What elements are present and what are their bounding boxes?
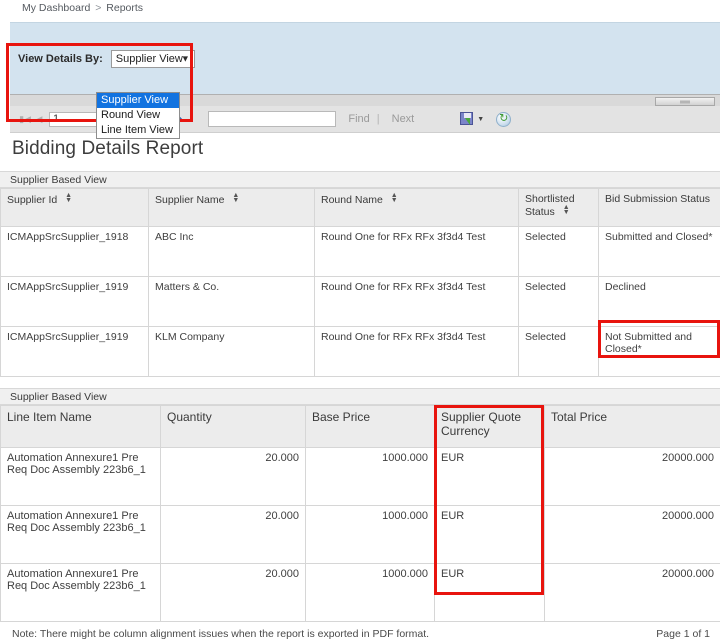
cell-total-price: 20000.000 <box>545 448 720 506</box>
column-label: Bid Submission Status <box>605 193 710 205</box>
cell-supplier-quote-currency: EUR <box>435 564 545 622</box>
table-header-row: Line Item Name Quantity Base Price Suppl… <box>1 406 720 448</box>
cell-base-price: 1000.000 <box>306 448 435 506</box>
column-header-base-price: Base Price <box>306 406 435 448</box>
find-link[interactable]: Find <box>348 113 369 125</box>
view-details-by-value: Supplier View <box>116 53 183 65</box>
chevron-down-icon[interactable]: ▼ <box>477 116 484 123</box>
sort-arrows-icon[interactable]: ▲▼ <box>232 193 239 203</box>
section-header-supplier-based-view-1: Supplier Based View <box>0 171 720 188</box>
cell-quantity: 20.000 <box>161 564 306 622</box>
table-row: Automation Annexure1 Pre Req Doc Assembl… <box>1 448 720 506</box>
dropdown-option-line-item-view[interactable]: Line Item View <box>97 123 179 138</box>
cell-supplier-id: ICMAppSrcSupplier_1919 <box>1 277 149 327</box>
column-header-bid-submission-status[interactable]: Bid Submission Status <box>599 189 720 227</box>
table-header-row: Supplier Id ▲▼ Supplier Name ▲▼ Round Na… <box>1 189 720 227</box>
cell-supplier-name: KLM Company <box>149 327 315 377</box>
cell-line-item-name: Automation Annexure1 Pre Req Doc Assembl… <box>1 448 161 506</box>
view-details-by-select[interactable]: Supplier View ▼ <box>111 50 195 68</box>
table-row: Automation Annexure1 Pre Req Doc Assembl… <box>1 506 720 564</box>
report-body: Bidding Details Report Supplier Based Vi… <box>0 132 720 622</box>
footer-note-text: Note: There might be column alignment is… <box>12 628 429 640</box>
sort-arrows-icon[interactable]: ▲▼ <box>563 205 570 215</box>
table-row: ICMAppSrcSupplier_1919 Matters & Co. Rou… <box>1 277 720 327</box>
column-header-total-price: Total Price <box>545 406 720 448</box>
cell-shortlisted-status: Selected <box>519 327 599 377</box>
previous-page-icon[interactable]: ◀ <box>32 115 46 124</box>
view-details-by-dropdown[interactable]: Supplier View Round View Line Item View <box>96 92 180 139</box>
table-row: ICMAppSrcSupplier_1918 ABC Inc Round One… <box>1 227 720 277</box>
find-next-link[interactable]: Next <box>392 113 415 125</box>
column-label: Round Name <box>321 194 383 206</box>
cell-round-name: Round One for RFx RFx 3f3d4 Test <box>315 277 519 327</box>
column-header-quantity: Quantity <box>161 406 306 448</box>
export-save-icon[interactable] <box>460 112 474 126</box>
cell-quantity: 20.000 <box>161 448 306 506</box>
footer-page-label: Page 1 of 1 <box>656 628 710 640</box>
cell-bid-submission-status: Submitted and Closed* <box>599 227 720 277</box>
column-label: Supplier Name <box>155 194 224 206</box>
cell-line-item-name: Automation Annexure1 Pre Req Doc Assembl… <box>1 564 161 622</box>
column-label: Supplier Id <box>7 194 57 206</box>
toolbar-icons: ▼ <box>460 112 511 127</box>
column-header-line-item-name: Line Item Name <box>1 406 161 448</box>
line-item-table: Line Item Name Quantity Base Price Suppl… <box>0 405 720 622</box>
cell-shortlisted-status: Selected <box>519 227 599 277</box>
first-page-icon[interactable]: ▮◀ <box>18 115 32 124</box>
cell-total-price: 20000.000 <box>545 506 720 564</box>
cell-supplier-quote-currency: EUR <box>435 506 545 564</box>
dropdown-option-round-view[interactable]: Round View <box>97 108 179 123</box>
page-number-value: 1 <box>53 113 59 125</box>
cell-base-price: 1000.000 <box>306 506 435 564</box>
table-row: ICMAppSrcSupplier_1919 KLM Company Round… <box>1 327 720 377</box>
supplier-based-view-table: Supplier Id ▲▼ Supplier Name ▲▼ Round Na… <box>0 188 720 377</box>
horizontal-scrollbar-thumb[interactable] <box>655 97 715 106</box>
cell-quantity: 20.000 <box>161 506 306 564</box>
view-details-by-row: View Details By: Supplier View ▼ <box>18 49 195 69</box>
cell-bid-submission-status: Not Submitted and Closed* <box>599 327 720 377</box>
column-header-shortlisted-status[interactable]: Shortlisted Status ▲▼ <box>519 189 599 227</box>
cell-base-price: 1000.000 <box>306 564 435 622</box>
sort-arrows-icon[interactable]: ▲▼ <box>391 193 398 203</box>
report-viewer: View Details By: Supplier View ▼ Supplie… <box>0 22 720 132</box>
cell-round-name: Round One for RFx RFx 3f3d4 Test <box>315 327 519 377</box>
breadcrumb: My Dashboard > Reports <box>22 2 143 14</box>
page-title: Bidding Details Report <box>12 138 720 160</box>
cell-supplier-id: ICMAppSrcSupplier_1918 <box>1 227 149 277</box>
column-header-round-name[interactable]: Round Name ▲▼ <box>315 189 519 227</box>
cell-supplier-quote-currency: EUR <box>435 448 545 506</box>
find-input[interactable] <box>208 111 336 127</box>
refresh-icon[interactable] <box>496 112 511 127</box>
sort-arrows-icon[interactable]: ▲▼ <box>65 193 72 203</box>
report-footer: Note: There might be column alignment is… <box>0 626 720 644</box>
find-separator: | <box>377 113 380 125</box>
section-header-supplier-based-view-2: Supplier Based View <box>0 388 720 405</box>
breadcrumb-separator: > <box>93 2 103 14</box>
column-header-supplier-id[interactable]: Supplier Id ▲▼ <box>1 189 149 227</box>
page-number-input[interactable]: 1 <box>49 112 101 127</box>
parameters-panel: View Details By: Supplier View ▼ <box>10 22 720 95</box>
cell-supplier-name: ABC Inc <box>149 227 315 277</box>
table-row: Automation Annexure1 Pre Req Doc Assembl… <box>1 564 720 622</box>
breadcrumb-current: Reports <box>106 2 143 14</box>
cell-line-item-name: Automation Annexure1 Pre Req Doc Assembl… <box>1 506 161 564</box>
view-details-by-label: View Details By: <box>18 53 103 65</box>
breadcrumb-root[interactable]: My Dashboard <box>22 2 90 14</box>
cell-total-price: 20000.000 <box>545 564 720 622</box>
cell-bid-submission-status: Declined <box>599 277 720 327</box>
column-header-supplier-quote-currency: Supplier Quote Currency <box>435 406 545 448</box>
cell-supplier-name: Matters & Co. <box>149 277 315 327</box>
dropdown-option-supplier-view[interactable]: Supplier View <box>97 93 179 108</box>
cell-shortlisted-status: Selected <box>519 277 599 327</box>
cell-supplier-id: ICMAppSrcSupplier_1919 <box>1 327 149 377</box>
chevron-down-icon: ▼ <box>181 55 190 64</box>
cell-round-name: Round One for RFx RFx 3f3d4 Test <box>315 227 519 277</box>
column-header-supplier-name[interactable]: Supplier Name ▲▼ <box>149 189 315 227</box>
